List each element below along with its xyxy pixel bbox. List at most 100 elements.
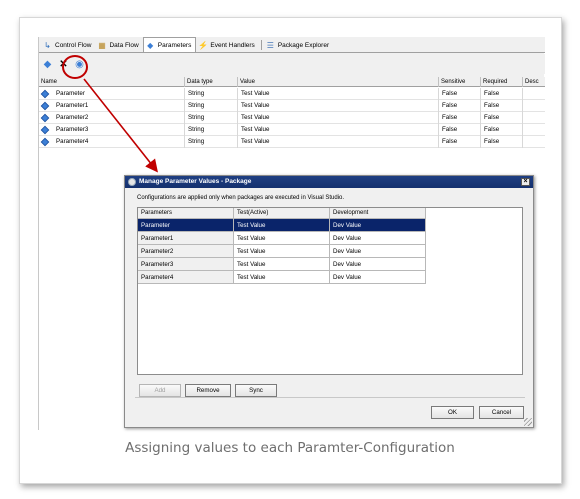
cell-test[interactable]: Test Value: [234, 258, 330, 271]
add-button[interactable]: Add: [139, 384, 181, 397]
cell-type[interactable]: String: [185, 100, 238, 112]
column-header-test-active[interactable]: Test(Active): [234, 208, 330, 219]
parameter-name: Parameter1: [56, 102, 89, 109]
cell-value[interactable]: Test Value: [238, 124, 439, 136]
cell-dev[interactable]: Dev Value: [330, 258, 426, 271]
tab-package-explorer[interactable]: ☰ Package Explorer: [264, 38, 333, 52]
ok-button[interactable]: OK: [431, 406, 474, 419]
cell-type[interactable]: String: [185, 124, 238, 136]
cell-value[interactable]: Test Value: [238, 112, 439, 124]
dialog-title: Manage Parameter Values - Package: [139, 178, 252, 185]
tab-separator: [260, 40, 262, 50]
dialog-info-text: Configurations are applied only when pac…: [137, 195, 345, 201]
cell-test[interactable]: Test Value: [234, 271, 330, 284]
dialog-app-icon: [128, 178, 136, 186]
column-header-required[interactable]: Required: [481, 77, 523, 87]
figure-caption: Assigning values to each Paramter-Config…: [125, 440, 455, 456]
cell-required[interactable]: False: [481, 124, 523, 136]
designer-tab-strip: ↳ Control Flow ▦ Data Flow ◆ Parameters …: [39, 37, 545, 53]
cell-dev[interactable]: Dev Value: [330, 271, 426, 284]
dialog-title-bar[interactable]: Manage Parameter Values - Package ×: [125, 176, 533, 188]
column-header-sensitive[interactable]: Sensitive: [439, 77, 481, 87]
parameter-name-cell[interactable]: Parameter: [39, 88, 185, 100]
table-row[interactable]: Parameter2 String Test Value False False: [39, 112, 545, 124]
table-row[interactable]: Parameter String Test Value False False: [39, 88, 545, 100]
resize-grip-icon[interactable]: [524, 418, 532, 426]
cell-sensitive[interactable]: False: [439, 88, 481, 100]
add-parameter-icon[interactable]: ◆: [42, 59, 53, 70]
cell-name[interactable]: Parameter1: [138, 232, 234, 245]
control-flow-icon: ↳: [44, 40, 51, 50]
parameter-name: Parameter2: [56, 114, 89, 121]
tab-event-handlers[interactable]: ⚡ Event Handlers: [196, 38, 258, 52]
cell-description[interactable]: [523, 112, 545, 124]
highlight-circle: [62, 55, 88, 79]
parameter-name: Parameter4: [56, 138, 89, 145]
cell-test[interactable]: Test Value: [234, 232, 330, 245]
tab-label: Control Flow: [55, 41, 92, 49]
parameter-icon: [40, 113, 50, 123]
cell-dev[interactable]: Dev Value: [330, 232, 426, 245]
parameter-icon: [40, 89, 50, 99]
cell-type[interactable]: String: [185, 88, 238, 100]
cell-sensitive[interactable]: False: [439, 124, 481, 136]
dialog-separator: [135, 397, 525, 398]
cell-required[interactable]: False: [481, 88, 523, 100]
cell-value[interactable]: Test Value: [238, 100, 439, 112]
parameter-icon: [40, 137, 50, 147]
close-icon[interactable]: ×: [521, 178, 530, 186]
parameters-icon: ◆: [147, 40, 154, 50]
parameters-toolbar: ◆ ✕ ◉: [39, 54, 545, 74]
parameters-grid-header: Name Data type Value Sensitive Required …: [39, 77, 545, 87]
table-row[interactable]: Parameter1 String Test Value False False: [39, 100, 545, 112]
cell-required[interactable]: False: [481, 112, 523, 124]
cell-name[interactable]: Parameter4: [138, 271, 234, 284]
column-header-description[interactable]: Desc: [523, 77, 545, 87]
parameter-name-cell[interactable]: Parameter1: [39, 100, 185, 112]
parameter-name-cell[interactable]: Parameter4: [39, 136, 185, 148]
cell-required[interactable]: False: [481, 100, 523, 112]
remove-button[interactable]: Remove: [185, 384, 231, 397]
column-header-value[interactable]: Value: [238, 77, 439, 87]
cell-description[interactable]: [523, 88, 545, 100]
column-header-parameters[interactable]: Parameters: [138, 208, 234, 219]
parameter-name-cell[interactable]: Parameter2: [39, 112, 185, 124]
tab-label: Data Flow: [109, 41, 139, 49]
table-row[interactable]: Parameter4 String Test Value False False: [39, 136, 545, 148]
column-header-development[interactable]: Development: [330, 208, 426, 219]
sync-button[interactable]: Sync: [235, 384, 277, 397]
tab-parameters[interactable]: ◆ Parameters: [142, 37, 197, 52]
cancel-button[interactable]: Cancel: [479, 406, 524, 419]
cell-dev[interactable]: Dev Value: [330, 219, 426, 232]
cell-description[interactable]: [523, 124, 545, 136]
cell-required[interactable]: False: [481, 136, 523, 148]
parameter-name-cell[interactable]: Parameter3: [39, 124, 185, 136]
cell-name[interactable]: Parameter3: [138, 258, 234, 271]
tab-control-flow[interactable]: ↳ Control Flow: [41, 38, 95, 52]
cell-type[interactable]: String: [185, 136, 238, 148]
column-header-data-type[interactable]: Data type: [185, 77, 238, 87]
parameter-name: Parameter: [56, 90, 85, 97]
column-header-name[interactable]: Name: [39, 77, 185, 87]
package-explorer-icon: ☰: [266, 40, 274, 50]
cell-description[interactable]: [523, 100, 545, 112]
parameter-icon: [40, 101, 50, 111]
configuration-values-grid: Parameters Test(Active) Development Para…: [137, 207, 523, 375]
cell-type[interactable]: String: [185, 112, 238, 124]
cell-dev[interactable]: Dev Value: [330, 245, 426, 258]
cell-sensitive[interactable]: False: [439, 112, 481, 124]
cell-sensitive[interactable]: False: [439, 100, 481, 112]
event-handlers-icon: ⚡: [198, 40, 209, 50]
table-row[interactable]: Parameter3 String Test Value False False: [39, 124, 545, 136]
cell-name[interactable]: Parameter: [138, 219, 234, 232]
manage-parameter-values-dialog: Manage Parameter Values - Package × Conf…: [124, 175, 534, 428]
cell-test[interactable]: Test Value: [234, 219, 330, 232]
parameter-name: Parameter3: [56, 126, 89, 133]
cell-value[interactable]: Test Value: [238, 88, 439, 100]
cell-test[interactable]: Test Value: [234, 245, 330, 258]
cell-value[interactable]: Test Value: [238, 136, 439, 148]
cell-description[interactable]: [523, 136, 545, 148]
tab-data-flow[interactable]: ▦ Data Flow: [95, 38, 142, 52]
cell-sensitive[interactable]: False: [439, 136, 481, 148]
cell-name[interactable]: Parameter2: [138, 245, 234, 258]
